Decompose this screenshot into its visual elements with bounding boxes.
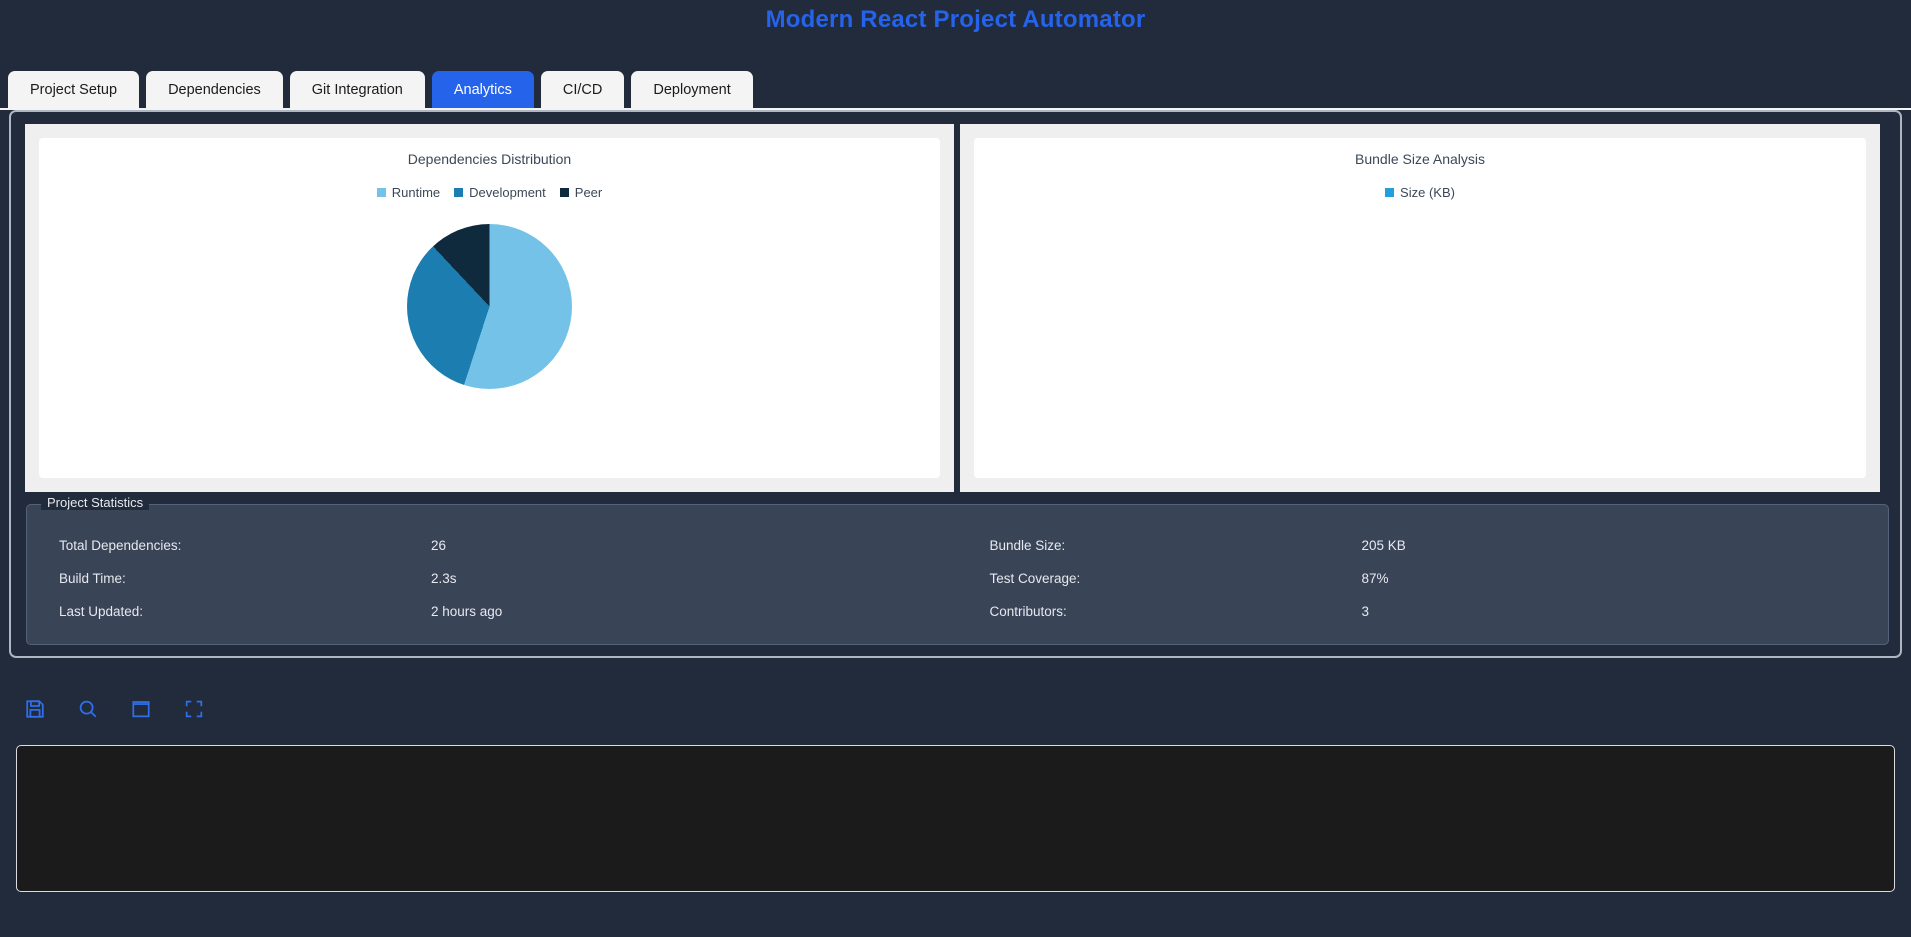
stop-icon <box>130 698 152 720</box>
legend-label: Runtime <box>391 185 441 200</box>
statistics-column-left: Total Dependencies: 26 Build Time: 2.3s … <box>27 529 958 628</box>
legend-swatch-icon <box>376 188 386 197</box>
save-button[interactable] <box>20 694 50 724</box>
tab-label: Git Integration <box>311 82 403 98</box>
stat-value: 3 <box>1361 604 1370 619</box>
stat-value: 2.3s <box>431 571 457 586</box>
stat-label: Test Coverage: <box>989 571 1081 586</box>
legend-item-size-kb[interactable]: Size (KB) <box>1385 185 1455 200</box>
bar-chart-plot <box>1014 222 1826 458</box>
stat-value: 87% <box>1361 571 1389 586</box>
pie-chart <box>407 224 572 389</box>
project-statistics-group: Project Statistics Total Dependencies: 2… <box>26 495 1889 645</box>
stat-row: Test Coverage: 87% <box>990 562 1889 595</box>
stat-label: Contributors: <box>989 604 1067 619</box>
legend-label: Peer <box>574 185 603 200</box>
stat-row: Contributors: 3 <box>990 595 1889 628</box>
stat-label: Last Updated: <box>59 604 144 619</box>
statistics-column-right: Bundle Size: 205 KB Test Coverage: 87% C… <box>958 529 1889 628</box>
stat-value: 205 KB <box>1361 538 1406 553</box>
legend-item-peer[interactable]: Peer <box>559 185 603 200</box>
stop-button[interactable] <box>126 694 156 724</box>
tab-deployment[interactable]: Deployment <box>631 71 753 109</box>
tab-dependencies[interactable]: Dependencies <box>146 71 283 109</box>
tab-project-setup[interactable]: Project Setup <box>8 71 140 109</box>
stat-label: Build Time: <box>59 571 126 586</box>
pie-chart-plot <box>39 224 940 389</box>
legend-swatch-icon <box>454 188 464 197</box>
stat-label: Bundle Size: <box>989 538 1066 553</box>
legend-item-runtime[interactable]: Runtime <box>376 185 441 200</box>
app-window: Modern React Project Automator Project S… <box>0 0 1911 937</box>
dependencies-distribution-panel: Dependencies Distribution Runtime Develo… <box>25 124 954 492</box>
bar-chart-title: Bundle Size Analysis <box>1355 151 1485 167</box>
legend-item-development[interactable]: Development <box>454 185 546 200</box>
legend-swatch-icon <box>559 188 569 197</box>
search-icon <box>77 698 99 720</box>
bundle-size-analysis-panel: Bundle Size Analysis Size (KB) <box>960 124 1880 492</box>
stat-value: 2 hours ago <box>431 604 503 619</box>
fullscreen-icon <box>183 698 205 720</box>
tab-cicd[interactable]: CI/CD <box>540 71 625 109</box>
tab-label: Dependencies <box>168 82 261 98</box>
charts-row: Dependencies Distribution Runtime Develo… <box>25 124 1890 492</box>
tab-label: CI/CD <box>562 82 603 98</box>
legend-swatch-icon <box>1385 188 1395 197</box>
page-title: Modern React Project Automator <box>765 6 1146 33</box>
tab-git-integration[interactable]: Git Integration <box>289 71 425 109</box>
tab-label: Analytics <box>453 82 512 98</box>
stat-row: Last Updated: 2 hours ago <box>59 595 958 628</box>
stat-label: Total Dependencies: <box>59 538 182 553</box>
project-statistics-label: Project Statistics <box>41 495 150 510</box>
action-toolbar <box>20 694 209 724</box>
legend-label: Development <box>469 185 546 200</box>
tab-label: Project Setup <box>30 82 118 98</box>
bundle-size-analysis-card: Bundle Size Analysis Size (KB) <box>974 138 1866 478</box>
save-icon <box>24 698 46 720</box>
analytics-panel: Dependencies Distribution Runtime Develo… <box>9 110 1902 658</box>
tab-bar: Project Setup Dependencies Git Integrati… <box>0 67 1911 109</box>
pie-chart-legend: Runtime Development Peer <box>39 185 940 200</box>
stat-value: 26 <box>431 538 447 553</box>
fullscreen-button[interactable] <box>179 694 209 724</box>
pie-chart-title: Dependencies Distribution <box>407 151 572 167</box>
project-statistics-columns: Total Dependencies: 26 Build Time: 2.3s … <box>27 529 1888 628</box>
stat-row: Total Dependencies: 26 <box>59 529 958 562</box>
stat-row: Bundle Size: 205 KB <box>990 529 1889 562</box>
stat-row: Build Time: 2.3s <box>59 562 958 595</box>
tab-label: Deployment <box>653 82 731 98</box>
bar-chart-legend: Size (KB) <box>974 185 1866 200</box>
search-button[interactable] <box>73 694 103 724</box>
dependencies-distribution-card: Dependencies Distribution Runtime Develo… <box>39 138 940 478</box>
legend-label: Size (KB) <box>1400 185 1455 200</box>
tab-analytics[interactable]: Analytics <box>431 71 534 109</box>
console-output[interactable] <box>16 745 1895 892</box>
